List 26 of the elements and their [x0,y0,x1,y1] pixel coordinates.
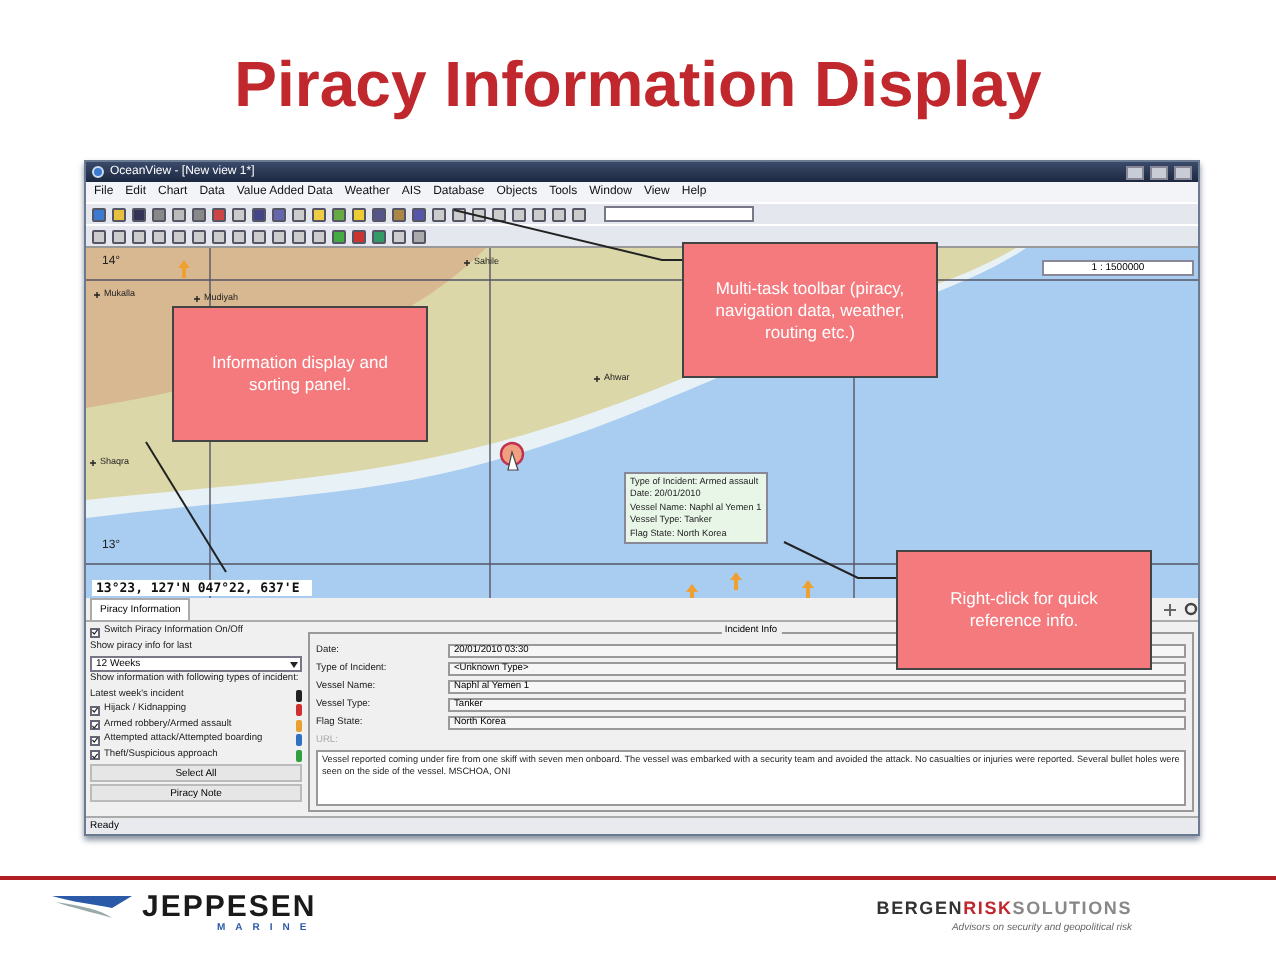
maximize-button[interactable] [1150,165,1168,179]
checkbox[interactable] [90,750,100,761]
callout-tooltip: Information display and sorting panel. [172,306,428,442]
dropdown-field[interactable] [604,206,754,222]
callout-tooltip: Right-click for quick reference info. [896,550,1152,670]
checkbox[interactable] [90,705,100,716]
incident-marker-icon[interactable] [686,584,698,598]
callout-tooltip: Multi-task toolbar (piracy, navigation data, weather, routing etc.) [682,242,938,378]
minimize-button[interactable] [1126,165,1144,179]
close-button[interactable] [1174,165,1192,179]
logo-text: JEPPESEN [142,892,317,922]
checkbox[interactable] [90,627,100,638]
plus-icon[interactable] [1164,603,1176,615]
caret-icon [290,661,298,667]
app-icon [92,166,104,178]
swoosh-logo-icon [52,892,136,920]
brand-logo: BERGENRISKSOLUTIONS [876,898,1132,918]
selected-incident-icon[interactable] [498,440,526,472]
incident-marker-icon[interactable] [178,260,190,278]
checkbox[interactable] [90,720,100,731]
incident-marker-icon[interactable] [802,580,814,598]
leader-line [783,541,897,579]
incident-marker-icon[interactable] [730,572,742,590]
slide-title: Piracy Information Display [232,45,1044,124]
leader-line [145,441,227,573]
checkbox[interactable] [90,735,100,746]
